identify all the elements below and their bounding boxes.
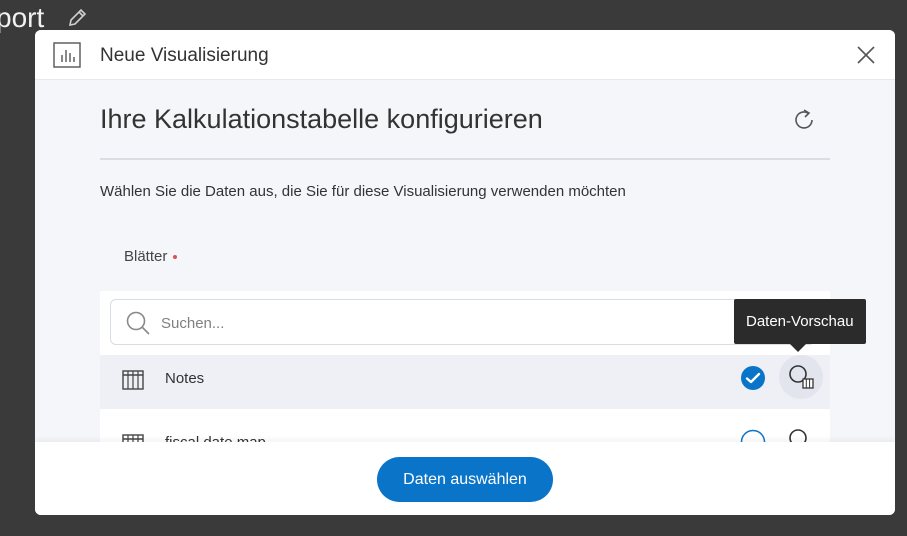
config-title: Ihre Kalkulationstabelle konfigurieren [100,104,543,134]
refresh-icon[interactable] [790,106,818,134]
table-icon [122,434,144,442]
dialog-title: Neue Visualisierung [100,45,269,66]
pencil-icon[interactable] [66,7,88,29]
required-indicator [173,255,178,260]
check-circle-icon[interactable] [740,365,766,391]
data-preview-tooltip: Daten-Vorschau [734,299,866,344]
bar-chart-icon [53,42,81,68]
title-divider [100,158,830,160]
description-text: Wählen Sie die Daten aus, die Sie für di… [100,183,626,200]
sheets-label-text: Blätter [124,248,168,265]
search-box[interactable] [110,299,815,345]
new-visualization-dialog: Neue Visualisierung Ihre Kalkulationstab… [35,30,895,515]
sheet-label: fiscal date map [165,434,266,442]
close-icon[interactable] [855,44,877,66]
sheets-label: Blätter [124,248,178,266]
sheets-list: Notes [100,291,830,442]
table-icon [122,370,144,390]
search-input[interactable] [159,310,723,336]
unchecked-circle-icon[interactable] [740,429,766,442]
dialog-header: Neue Visualisierung [35,30,895,80]
tooltip-arrow [790,344,806,352]
dialog-body: Ihre Kalkulationstabelle konfigurieren W… [35,80,895,442]
select-data-button[interactable]: Daten auswählen [377,457,553,502]
data-preview-button[interactable] [779,355,823,399]
sheet-label: Notes [165,370,205,387]
sheet-row-fiscal-date-map[interactable]: fiscal date map [100,419,830,442]
data-preview-icon [789,365,814,389]
dialog-footer: Daten auswählen [35,442,895,515]
sheet-row-notes[interactable]: Notes [100,355,830,409]
data-preview-button[interactable] [779,419,823,442]
data-preview-icon [789,429,807,442]
search-icon [126,311,150,335]
